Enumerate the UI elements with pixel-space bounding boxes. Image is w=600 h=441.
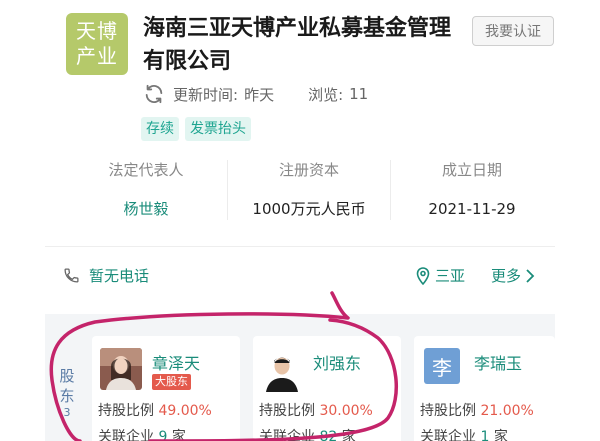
shareholders-count: 3 — [63, 406, 71, 419]
shareholder-name[interactable]: 刘强东 — [313, 350, 361, 374]
shareholder-card[interactable]: 刘强东 持股比例 30.00% 关联企业 82 家 — [253, 336, 401, 441]
stat-capital: 注册资本 1000万元人民币 — [228, 160, 391, 220]
stat-value: 2021-11-29 — [428, 200, 516, 218]
status-badge: 存续 — [141, 117, 179, 141]
ratio-value: 30.00% — [319, 403, 373, 419]
share-ratio: 持股比例 30.00% — [259, 400, 373, 420]
legal-rep-link[interactable]: 杨世毅 — [65, 198, 227, 220]
related-companies: 关联企业 1 家 — [420, 426, 508, 441]
phone-text: 暂无电话 — [89, 267, 150, 285]
ratio-value: 49.00% — [158, 403, 212, 419]
more-text: 更多 — [491, 267, 522, 285]
rel-label: 关联企业 — [259, 429, 315, 441]
location-text: 三亚 — [435, 267, 466, 285]
stat-founded: 成立日期 2021-11-29 — [391, 160, 553, 220]
related-companies: 关联企业 9 家 — [98, 426, 186, 441]
phone-icon — [64, 268, 79, 283]
shareholder-card[interactable]: 章泽天 大股东 持股比例 49.00% 关联企业 9 家 — [92, 336, 240, 441]
avatar — [261, 350, 303, 392]
rel-label: 关联企业 — [420, 429, 476, 441]
invoice-title-tag[interactable]: 发票抬头 — [185, 117, 251, 141]
phone-row[interactable]: 暂无电话 — [63, 265, 149, 286]
rel-count[interactable]: 82 — [319, 429, 337, 441]
shareholder-name[interactable]: 章泽天 — [152, 350, 200, 374]
claim-button[interactable]: 我要认证 — [472, 16, 554, 46]
rel-count[interactable]: 1 — [480, 429, 489, 441]
updated-label: 更新时间: — [173, 85, 239, 104]
ratio-label: 持股比例 — [420, 403, 476, 419]
ratio-label: 持股比例 — [98, 403, 154, 419]
stat-legal-rep: 法定代表人 杨世毅 — [65, 160, 228, 220]
logo-line-2: 产业 — [76, 44, 118, 68]
stat-label: 成立日期 — [441, 161, 502, 179]
stat-label: 法定代表人 — [108, 161, 184, 179]
divider — [45, 246, 555, 247]
share-ratio: 持股比例 21.00% — [420, 400, 534, 420]
shareholders-label-1: 股 — [59, 367, 75, 385]
status-tags: 存续 发票抬头 — [141, 117, 251, 141]
key-stats: 法定代表人 杨世毅 注册资本 1000万元人民币 成立日期 2021-11-29 — [65, 160, 553, 220]
shareholders-tab[interactable]: 股 东 3 — [56, 366, 78, 420]
avatar — [100, 348, 142, 390]
more-link[interactable]: 更多 — [491, 265, 535, 286]
stat-label: 注册资本 — [278, 161, 339, 179]
rel-unit: 家 — [493, 429, 508, 441]
company-name: 海南三亚天博产业私募基金管理有限公司 — [143, 16, 452, 74]
company-logo: 天博 产业 — [66, 13, 128, 75]
avatar: 李 — [424, 348, 460, 384]
rel-unit: 家 — [171, 429, 186, 441]
update-info: 更新时间: 昨天 浏览: 11 — [143, 83, 368, 105]
shareholder-card[interactable]: 李 李瑞玉 持股比例 21.00% 关联企业 1 家 — [414, 336, 555, 441]
logo-line-1: 天博 — [76, 19, 118, 43]
location-pin-icon — [416, 266, 430, 285]
related-companies: 关联企业 82 家 — [259, 426, 356, 441]
chevron-right-icon — [526, 268, 535, 283]
refresh-icon[interactable] — [143, 83, 165, 105]
views-value: 11 — [349, 85, 369, 103]
rel-label: 关联企业 — [98, 429, 154, 441]
shareholders-label-2: 东 — [59, 387, 75, 405]
updated-value: 昨天 — [244, 85, 275, 104]
location-link[interactable]: 三亚 — [416, 265, 465, 286]
stat-value: 1000万元人民币 — [252, 200, 366, 218]
ratio-value: 21.00% — [480, 403, 534, 419]
major-shareholder-badge: 大股东 — [152, 374, 191, 390]
views-label: 浏览: — [308, 85, 344, 104]
rel-unit: 家 — [341, 429, 356, 441]
shareholder-name[interactable]: 李瑞玉 — [474, 350, 522, 374]
ratio-label: 持股比例 — [259, 403, 315, 419]
rel-count[interactable]: 9 — [158, 429, 167, 441]
share-ratio: 持股比例 49.00% — [98, 400, 212, 420]
